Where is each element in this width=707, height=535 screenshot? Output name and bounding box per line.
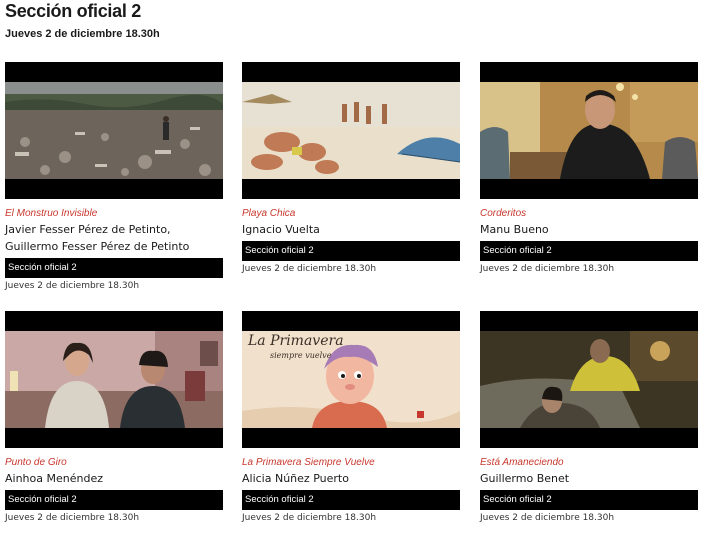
interior-couple-scene xyxy=(5,331,223,428)
bar-scene xyxy=(480,82,698,179)
landfill-scene xyxy=(5,82,223,179)
film-title-link[interactable]: Corderitos xyxy=(480,208,698,219)
film-thumbnail[interactable] xyxy=(5,311,223,448)
screening-datetime: Jueves 2 de diciembre 18.30h xyxy=(5,281,140,291)
film-title-link[interactable]: Está Amaneciendo xyxy=(480,457,698,468)
film-thumbnail[interactable] xyxy=(480,62,698,199)
film-title-link[interactable]: Playa Chica xyxy=(242,208,460,219)
film-card: Punto de Giro Ainhoa Menéndez Sección of… xyxy=(5,311,223,523)
film-card: Corderitos Manu Bueno Sección oficial 2 … xyxy=(480,62,698,274)
film-thumbnail[interactable] xyxy=(5,62,223,199)
film-thumbnail[interactable] xyxy=(480,311,698,448)
beach-scene xyxy=(242,82,460,179)
film-director: Manu Bueno xyxy=(480,223,549,236)
film-card: El Monstruo Invisible Javier Fesser Pére… xyxy=(5,62,223,291)
film-card: Playa Chica Ignacio Vuelta Sección ofici… xyxy=(242,62,460,274)
film-director: Guillermo Benet xyxy=(480,472,570,485)
section-badge[interactable]: Sección oficial 2 xyxy=(480,241,698,261)
screening-datetime: Jueves 2 de diciembre 18.30h xyxy=(480,264,615,274)
film-thumbnail[interactable] xyxy=(242,62,460,199)
screening-datetime: Jueves 2 de diciembre 18.30h xyxy=(242,513,377,523)
page-subtitle: Jueves 2 de diciembre 18.30h xyxy=(5,28,160,40)
film-card: Está Amaneciendo Guillermo Benet Sección… xyxy=(480,311,698,523)
film-title-link[interactable]: La Primavera Siempre Vuelve xyxy=(242,457,460,468)
film-title-link[interactable]: El Monstruo Invisible xyxy=(5,208,223,219)
section-badge[interactable]: Sección oficial 2 xyxy=(242,490,460,510)
screening-datetime: Jueves 2 de diciembre 18.30h xyxy=(480,513,615,523)
sofa-scene xyxy=(480,331,698,428)
film-title-link[interactable]: Punto de Giro xyxy=(5,457,223,468)
film-director: Ainhoa Menéndez xyxy=(5,472,103,485)
section-badge[interactable]: Sección oficial 2 xyxy=(480,490,698,510)
film-thumbnail[interactable]: La Primavera siempre vuelve xyxy=(242,311,460,448)
poster-title-text: La Primavera xyxy=(248,333,344,349)
section-badge[interactable]: Sección oficial 2 xyxy=(5,258,223,278)
film-card: La Primavera siempre vuelve La Primavera… xyxy=(242,311,460,523)
film-director: Ignacio Vuelta xyxy=(242,223,320,236)
film-director: Alicia Núñez Puerto xyxy=(242,472,349,485)
poster-subtitle-text: siempre vuelve xyxy=(270,351,332,360)
animation-scene: La Primavera siempre vuelve xyxy=(242,331,460,428)
page-title: Sección oficial 2 xyxy=(5,1,141,21)
screening-datetime: Jueves 2 de diciembre 18.30h xyxy=(5,513,140,523)
film-director: Javier Fesser Pérez de Petinto, Guillerm… xyxy=(5,223,190,253)
section-badge[interactable]: Sección oficial 2 xyxy=(242,241,460,261)
section-badge[interactable]: Sección oficial 2 xyxy=(5,490,223,510)
screening-datetime: Jueves 2 de diciembre 18.30h xyxy=(242,264,377,274)
